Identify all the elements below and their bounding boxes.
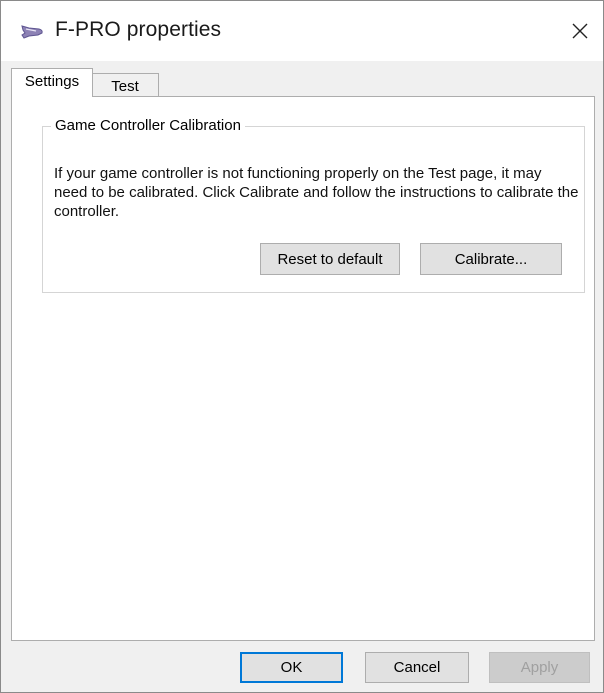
- properties-dialog: F-PRO properties Settings Test Game Cont…: [0, 0, 604, 693]
- tab-settings[interactable]: Settings: [11, 68, 93, 97]
- settings-tab-panel: Game Controller Calibration If your game…: [11, 96, 595, 641]
- title-bar[interactable]: F-PRO properties: [1, 1, 603, 61]
- groupbox-title: Game Controller Calibration: [51, 117, 245, 135]
- game-controller-icon: [20, 23, 44, 41]
- close-button[interactable]: [557, 1, 603, 61]
- tab-test[interactable]: Test: [92, 73, 159, 97]
- apply-button: Apply: [489, 652, 590, 683]
- ok-button[interactable]: OK: [240, 652, 343, 683]
- close-icon: [572, 23, 588, 39]
- calibrate-button[interactable]: Calibrate...: [420, 243, 562, 275]
- window-title: F-PRO properties: [55, 18, 222, 41]
- tab-strip: Settings Test: [11, 67, 595, 97]
- calibration-description: If your game controller is not functioni…: [54, 165, 579, 220]
- reset-to-default-button[interactable]: Reset to default: [260, 243, 400, 275]
- calibration-groupbox: Game Controller Calibration If your game…: [42, 117, 585, 293]
- cancel-button[interactable]: Cancel: [365, 652, 469, 683]
